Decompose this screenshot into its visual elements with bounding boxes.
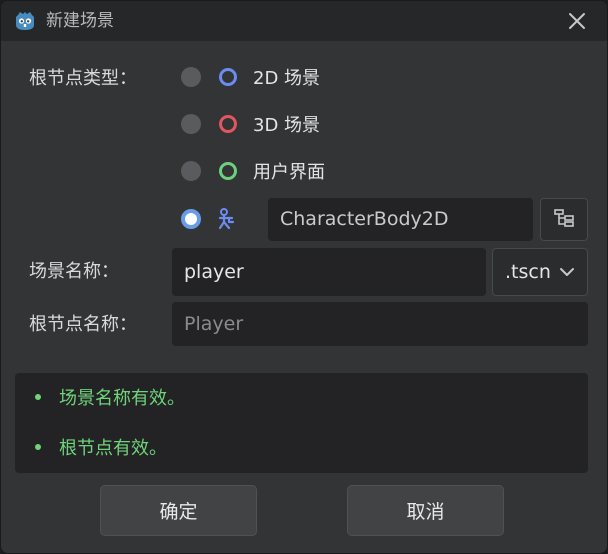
scene-name-input[interactable]: player	[172, 248, 486, 296]
node2d-icon	[219, 68, 237, 86]
custom-node-type-field[interactable]: CharacterBody2D	[268, 198, 533, 241]
extension-label: .tscn	[505, 261, 551, 283]
root-name-label: 根节点名称：	[29, 314, 137, 335]
title-bar[interactable]: 新建场景	[1, 1, 607, 41]
root-type-option-ui[interactable]: 用户界面	[181, 156, 325, 186]
control-icon	[219, 162, 237, 180]
radio-custom[interactable]	[181, 209, 201, 229]
option-ui-label: 用户界面	[253, 162, 325, 183]
chevron-down-icon	[559, 263, 575, 282]
scene-name-label: 场景名称：	[29, 261, 119, 282]
new-scene-dialog: 新建场景 根节点类型： 2D 场景 3D 场景 用户界面 CharacterBo…	[0, 0, 608, 554]
ok-button[interactable]: 确定	[100, 485, 257, 536]
root-type-option-3d[interactable]: 3D 场景	[181, 109, 320, 139]
close-icon[interactable]	[563, 7, 591, 35]
option-3d-label: 3D 场景	[253, 115, 321, 136]
validation-message: 根节点有效。	[35, 437, 167, 461]
cancel-button[interactable]: 取消	[347, 485, 504, 536]
radio-2d[interactable]	[181, 67, 201, 87]
dialog-title: 新建场景	[46, 11, 114, 31]
root-name-input[interactable]: Player	[172, 302, 588, 346]
browse-node-type-button[interactable]	[540, 198, 588, 241]
characterbody2d-icon	[217, 208, 237, 230]
radio-3d[interactable]	[181, 114, 201, 134]
root-type-option-2d[interactable]: 2D 场景	[181, 62, 320, 92]
bullet-icon	[35, 394, 41, 400]
extension-dropdown[interactable]: .tscn	[492, 248, 588, 296]
radio-ui[interactable]	[181, 161, 201, 181]
godot-icon	[13, 9, 37, 33]
node3d-icon	[219, 115, 237, 133]
validation-panel: 场景名称有效。 根节点有效。	[15, 373, 588, 473]
root-type-option-custom[interactable]	[181, 204, 237, 234]
bullet-icon	[35, 444, 41, 450]
root-type-label: 根节点类型：	[29, 68, 137, 89]
validation-message: 场景名称有效。	[35, 387, 185, 411]
option-2d-label: 2D 场景	[253, 68, 321, 89]
node-tree-icon	[553, 208, 575, 232]
